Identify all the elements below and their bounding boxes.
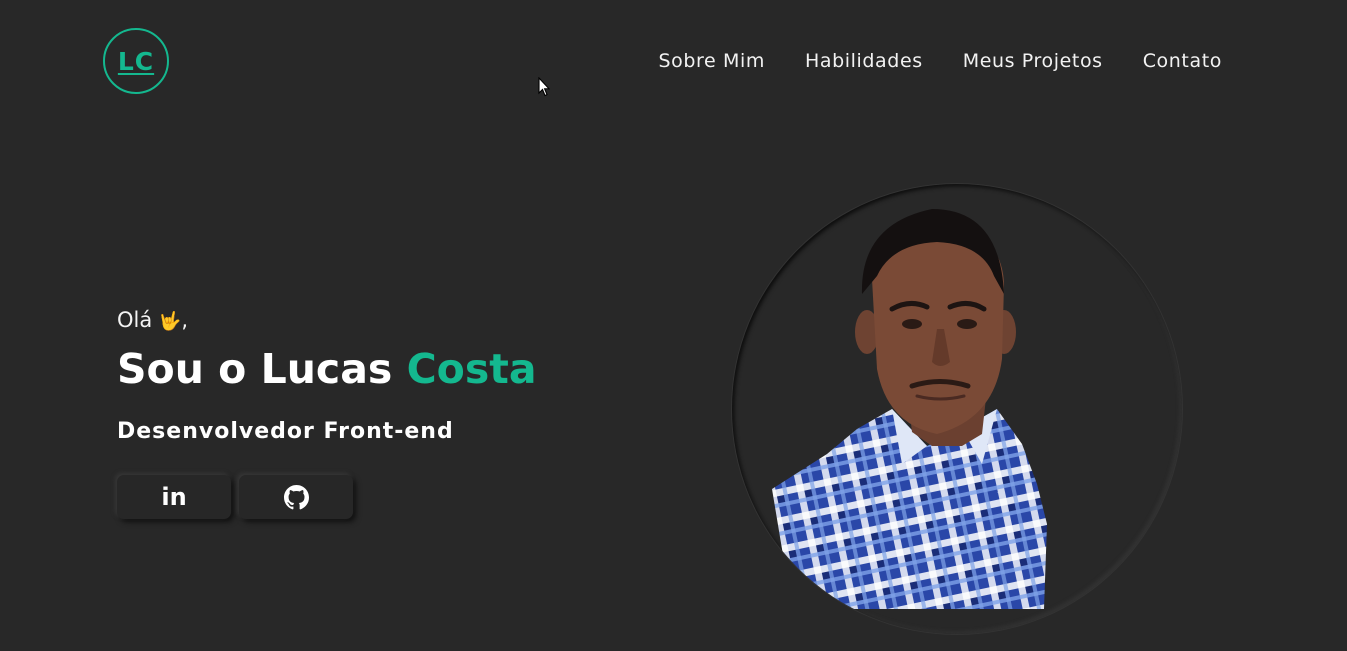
github-icon [283, 484, 309, 509]
hero-headline: Sou o Lucas Costa [117, 345, 537, 393]
mouse-cursor-icon [538, 77, 550, 97]
profile-photo [732, 184, 1182, 634]
nav-item-habilidades[interactable]: Habilidades [805, 50, 923, 72]
hero-subtitle: Desenvolvedor Front-end [117, 419, 454, 444]
nav-item-meus-projetos[interactable]: Meus Projetos [963, 50, 1103, 72]
linkedin-button[interactable]: in [117, 475, 231, 519]
github-button[interactable] [239, 475, 353, 519]
nav-item-sobre-mim[interactable]: Sobre Mim [659, 50, 765, 72]
greeting-text: Olá [117, 308, 153, 332]
headline-accent: Costa [406, 345, 537, 393]
greeting: Olá 🤟, [117, 308, 188, 332]
logo[interactable]: LC [103, 28, 169, 94]
page: LC Sobre Mim Habilidades Meus Projetos C… [0, 0, 1347, 651]
social-links: in [117, 475, 353, 519]
linkedin-icon: in [161, 483, 187, 511]
main-nav: Sobre Mim Habilidades Meus Projetos Cont… [659, 50, 1223, 72]
nav-item-contato[interactable]: Contato [1143, 50, 1222, 72]
profile-photo-illustration [772, 209, 1047, 609]
rock-hand-emoji-icon: 🤟 [158, 311, 182, 332]
greeting-comma: , [181, 308, 189, 332]
headline-prefix: Sou o Lucas [117, 345, 407, 393]
